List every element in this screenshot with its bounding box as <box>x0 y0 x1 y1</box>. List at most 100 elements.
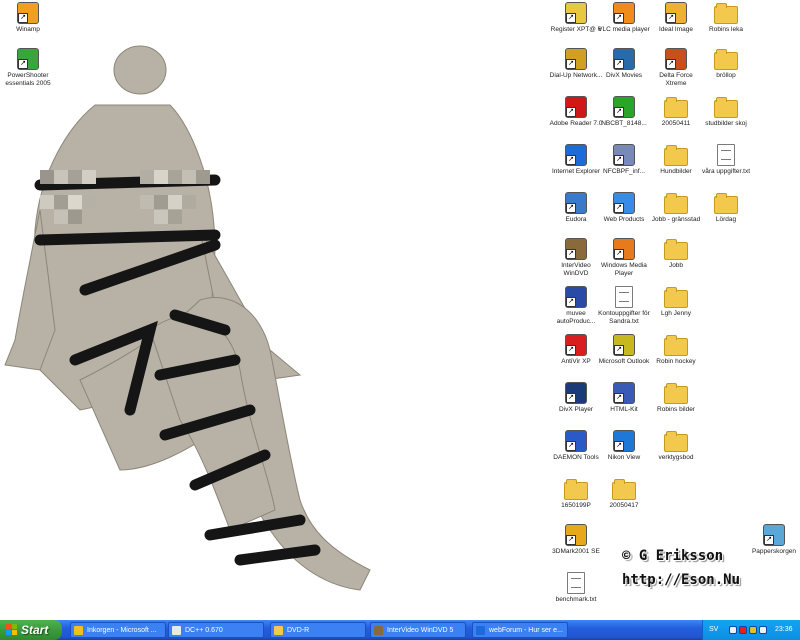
desktop-icon[interactable]: våra uppgifter.txt <box>698 144 754 176</box>
tray-network-icon[interactable] <box>729 626 737 634</box>
desktop-icon[interactable]: ↗ Delta Force Xtreme <box>648 48 704 88</box>
desktop-icon[interactable]: Jobb <box>648 238 704 270</box>
taskbar-button-label: DVD-R <box>287 627 310 634</box>
taskbar-button-label: webForum - Hur ser e... <box>489 627 563 634</box>
desktop-icon[interactable]: Robin hockey <box>648 334 704 366</box>
adobe-reader-icon: ↗ <box>565 96 587 118</box>
system-tray: SV 23:36 <box>702 620 800 640</box>
tray-antivirus-icon[interactable] <box>739 626 747 634</box>
shortcut-arrow-icon: ↗ <box>566 13 576 23</box>
desktop-icon-label: 3DMark2001 SE <box>552 548 600 555</box>
desktop-icon[interactable]: ↗ DivX Movies <box>596 48 652 80</box>
folder-icon <box>714 3 738 24</box>
desktop-icon[interactable]: Robins bilder <box>648 382 704 414</box>
desktop-icon[interactable]: ↗ Web Products <box>596 192 652 224</box>
shortcut-arrow-icon: ↗ <box>566 345 576 355</box>
desktop-icon[interactable]: bröllop <box>698 48 754 80</box>
taskbar-app-icon <box>172 626 181 635</box>
desktop-icon[interactable]: ↗ Winamp <box>0 2 56 34</box>
3dmark-icon: ↗ <box>565 524 587 546</box>
watermark-copyright: © G Eriksson <box>622 548 724 564</box>
taskbar-app-icon <box>274 626 283 635</box>
desktop-icon-label: Kontouppgifter för Sandra.txt <box>598 310 650 325</box>
folder-icon <box>564 479 588 500</box>
desktop-icon[interactable]: ↗ Nikon View <box>596 430 652 462</box>
language-indicator[interactable]: SV <box>709 620 718 640</box>
clock[interactable]: 23:36 <box>775 620 793 640</box>
tray-warning-icon[interactable] <box>749 626 757 634</box>
desktop-icon[interactable]: ↗ NBCBT_8148... <box>596 96 652 128</box>
folder-icon <box>714 49 738 70</box>
desktop-icon-label: HTML-Kit <box>610 406 638 413</box>
winamp-icon: ↗ <box>17 2 39 24</box>
desktop-icon[interactable]: verktygsbod <box>648 430 704 462</box>
powershooter-icon: ↗ <box>17 48 39 70</box>
taskbar: Start Inkorgen - Microsoft ... DC++ 0.670… <box>0 620 800 640</box>
ideal-image-icon: ↗ <box>665 2 687 24</box>
taskbar-button-label: InterVideo WinDVD 5 <box>387 627 454 634</box>
folder-icon <box>664 287 688 308</box>
desktop-icon[interactable]: Kontouppgifter för Sandra.txt <box>596 286 652 326</box>
desktop-icon[interactable]: ↗ PowerShooter essentials 2005 <box>0 48 56 88</box>
desktop-icon[interactable]: ↗ Windows Media Player <box>596 238 652 278</box>
desktop-icon[interactable]: ↗ NFCBPF_inf... <box>596 144 652 176</box>
taskbar-button[interactable]: DC++ 0.670 <box>168 622 264 638</box>
document-icon <box>717 144 735 166</box>
folder-icon <box>714 97 738 118</box>
desktop-icon[interactable]: ↗ Microsoft Outlook <box>596 334 652 366</box>
taskbar-button[interactable]: InterVideo WinDVD 5 <box>370 622 466 638</box>
folder-icon <box>664 335 688 356</box>
desktop-icon[interactable]: benchmark.txt <box>548 572 604 604</box>
folder-icon <box>664 97 688 118</box>
desktop-icon-label: verktygsbod <box>658 454 694 461</box>
shortcut-arrow-icon: ↗ <box>614 13 624 23</box>
shortcut-arrow-icon: ↗ <box>614 345 624 355</box>
folder-icon <box>664 193 688 214</box>
nikon-view-icon: ↗ <box>613 430 635 452</box>
desktop-icon[interactable]: Jobb - gränsstad <box>648 192 704 224</box>
windows-logo-icon <box>6 624 18 636</box>
nfc-icon: ↗ <box>613 144 635 166</box>
desktop-icon[interactable]: Lgh Jenny <box>648 286 704 318</box>
desktop-icon[interactable]: Hundbilder <box>648 144 704 176</box>
shortcut-arrow-icon: ↗ <box>614 393 624 403</box>
shortcut-arrow-icon: ↗ <box>666 13 676 23</box>
shortcut-arrow-icon: ↗ <box>566 441 576 451</box>
divx-movies-icon: ↗ <box>613 48 635 70</box>
desktop-icon-label: Robins bilder <box>657 406 695 413</box>
desktop-icon[interactable]: Robins leka <box>698 2 754 34</box>
desktop-icon-label: Delta Force Xtreme <box>659 72 693 87</box>
desktop-icon[interactable]: ↗ VLC media player <box>596 2 652 34</box>
folder-icon <box>612 479 636 500</box>
desktop-icon[interactable]: 20050411 <box>648 96 704 128</box>
desktop-icon-label: Lördag <box>715 216 737 223</box>
start-button[interactable]: Start <box>0 620 62 640</box>
desktop-icon[interactable]: Lördag <box>698 192 754 224</box>
desktop-icon-label: Robins leka <box>709 26 743 33</box>
desktop-icon[interactable]: ↗ 3DMark2001 SE <box>548 524 604 556</box>
desktop-icon[interactable]: studbilder skoj <box>698 96 754 128</box>
desktop-icon[interactable]: ↗ Ideal Image <box>648 2 704 34</box>
desktop-icon-label: bröllop <box>716 72 736 79</box>
document-icon <box>567 572 585 594</box>
desktop-icon-label: Nikon View <box>607 454 641 461</box>
taskbar-button[interactable]: DVD-R <box>270 622 366 638</box>
taskbar-app-icon <box>476 626 485 635</box>
folder-icon <box>664 383 688 404</box>
ie-icon: ↗ <box>565 144 587 166</box>
desktop-icon[interactable]: 20050417 <box>596 478 652 510</box>
watermark-url: http://Eson.Nu <box>622 572 741 588</box>
shortcut-arrow-icon: ↗ <box>566 155 576 165</box>
desktop-icon-label: NFCBPF_inf... <box>603 168 645 175</box>
taskbar-app-icon <box>374 626 383 635</box>
desktop-icon[interactable]: ↗ HTML-Kit <box>596 382 652 414</box>
desktop-icon-label: våra uppgifter.txt <box>701 168 751 175</box>
taskbar-button[interactable]: Inkorgen - Microsoft ... <box>70 622 166 638</box>
tray-volume-icon[interactable] <box>759 626 767 634</box>
desktop-icon-label: DivX Movies <box>605 72 643 79</box>
taskbar-button[interactable]: webForum - Hur ser e... <box>472 622 568 638</box>
folder-icon <box>664 145 688 166</box>
divx-player-icon: ↗ <box>565 382 587 404</box>
desktop-icon-label: studbilder skoj <box>705 120 747 127</box>
wallpaper-figure <box>4 45 371 591</box>
